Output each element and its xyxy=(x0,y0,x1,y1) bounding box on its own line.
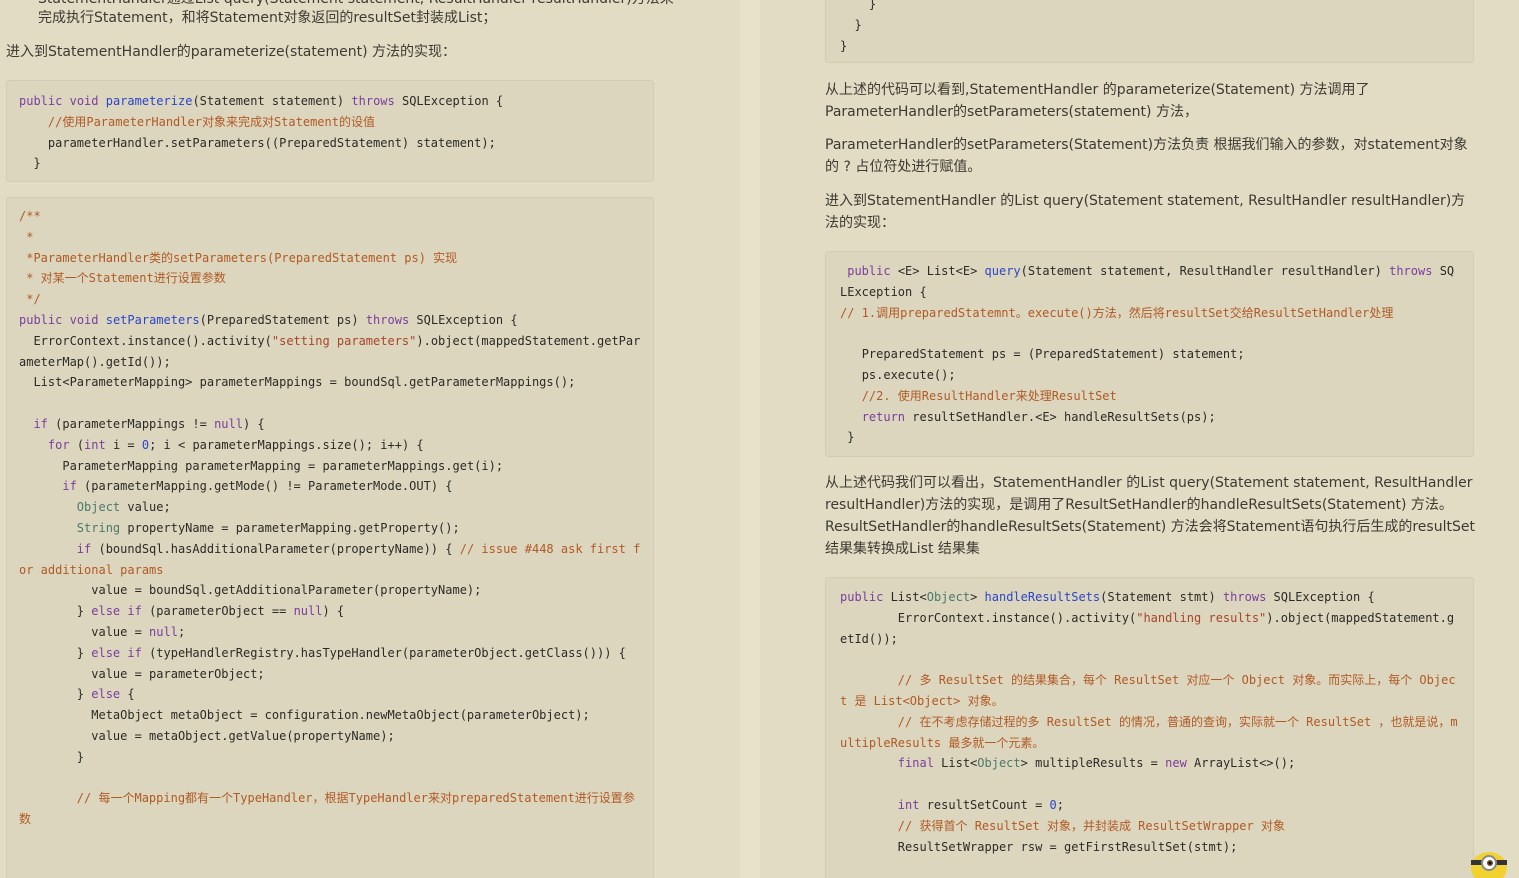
paragraph-3: 进入到StatementHandler 的List query(Statemen… xyxy=(825,193,1466,231)
intro-paragraph: 进入到StatementHandler的parameterize(stateme… xyxy=(6,44,457,60)
paragraph-4: 从上述代码我们可以看出，StatementHandler 的List query… xyxy=(825,475,1475,557)
right-column: } } } 从上述的代码可以看到,StatementHandler 的param… xyxy=(760,0,1519,878)
code-block-parameterize: public void parameterize(Statement state… xyxy=(6,80,654,182)
paragraph-1: 从上述的代码可以看到,StatementHandler 的parameteriz… xyxy=(825,82,1370,120)
code-content: public void parameterize(Statement state… xyxy=(19,94,504,171)
code-content: public <E> List<E> query(Statement state… xyxy=(840,264,1455,445)
code-block-handleresultsets: public List<Object> handleResultSets(Sta… xyxy=(825,577,1474,878)
code-content: /** * *ParameterHandler类的setParameters(P… xyxy=(19,209,641,827)
left-column: StatementHandler通过List query(Statement s… xyxy=(0,0,740,878)
minion-mascot-icon[interactable] xyxy=(1468,846,1510,878)
bullet-text: 完成执行Statement，和将Statement对象返回的resultSet封… xyxy=(38,10,497,26)
column-divider xyxy=(740,0,760,878)
code-block-setparameters: /** * *ParameterHandler类的setParameters(P… xyxy=(6,197,654,878)
code-block-tail: } } } xyxy=(825,0,1474,63)
paragraph-2: ParameterHandler的setParameters(Statement… xyxy=(825,137,1468,175)
code-content: } } } xyxy=(840,0,877,53)
code-block-query: public <E> List<E> query(Statement state… xyxy=(825,251,1474,457)
code-content: public List<Object> handleResultSets(Sta… xyxy=(840,590,1458,854)
